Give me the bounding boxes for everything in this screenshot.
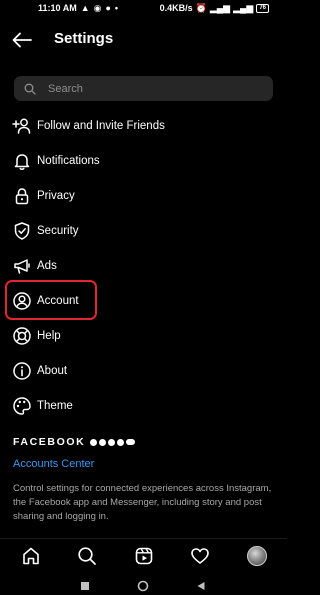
accounts-center-link[interactable]: Accounts Center [13,458,94,470]
menu-item-ads[interactable]: Ads [0,249,287,283]
notification-icon: ◉ [93,2,102,13]
network-speed: 0.4KB/s [159,3,193,13]
home-system-button[interactable] [136,580,150,592]
meta-app-icons [90,438,136,446]
info-icon [12,361,32,381]
bell-icon [12,151,32,171]
signal-icon-2: ▂▄▆ [233,2,254,13]
menu-item-notifications[interactable]: Notifications [0,144,287,178]
instagram-icon [108,438,116,446]
menu-item-security[interactable]: Security [0,214,287,248]
lifebuoy-icon [12,326,32,346]
alarm-icon: ⏰ [195,2,207,13]
menu-item-label: Security [37,225,79,237]
status-bar: 11:10 AM ▲ ◉ ● • 0.4KB/s ⏰ ▂▄▆ ▂▄▆ 76 [0,0,287,16]
nav-profile-button[interactable] [245,544,269,568]
menu-item-theme[interactable]: Theme [0,389,287,423]
nav-home-button[interactable] [19,544,43,568]
account-highlight-box [5,280,97,320]
battery-icon: 76 [256,3,269,13]
nav-activity-button[interactable] [188,544,212,568]
messenger-icon [99,438,107,446]
menu-item-help[interactable]: Help [0,319,287,353]
search-input[interactable]: Search [14,76,273,101]
shield-check-icon [12,221,32,241]
oculus-icon [126,439,136,445]
menu-item-follow-invite[interactable]: Follow and Invite Friends [0,109,287,143]
warning-icon: ▲ [80,2,90,13]
status-time: 11:10 AM [38,3,77,13]
square-icon [81,582,89,590]
heart-icon [191,548,209,564]
notification-icon-2: ● [105,2,111,13]
palette-icon [12,396,32,416]
lock-icon [12,186,32,206]
nav-reels-button[interactable] [132,544,156,568]
whatsapp-icon [117,438,125,446]
search-icon [24,83,36,95]
menu-item-label: Theme [37,400,73,412]
circle-icon [137,580,149,592]
profile-avatar [247,546,267,566]
home-icon [23,547,39,565]
back-system-button[interactable] [194,580,208,592]
megaphone-icon [12,256,32,276]
page-title: Settings [54,30,114,47]
arrow-left-icon [12,32,32,48]
menu-item-label: Follow and Invite Friends [37,120,165,132]
add-person-icon [12,116,32,136]
header: Settings [0,22,287,58]
nav-search-button[interactable] [75,544,99,568]
system-nav-bar [0,576,287,595]
accounts-center-description: Control settings for connected experienc… [13,483,272,522]
signal-icon: ▂▄▆ [209,2,231,13]
menu-item-about[interactable]: About [0,354,287,388]
menu-item-label: About [37,365,68,377]
menu-item-label: Ads [37,260,57,272]
reels-icon [135,547,153,565]
more-dot-icon: • [114,2,119,13]
bottom-nav [0,538,287,573]
recents-button[interactable] [78,580,92,592]
menu-item-label: Help [37,330,61,342]
search-icon [78,547,96,565]
back-button[interactable] [10,28,34,52]
menu-item-label: Privacy [37,190,75,202]
menu-item-privacy[interactable]: Privacy [0,179,287,213]
menu-item-label: Notifications [37,155,100,167]
triangle-back-icon [197,582,205,590]
facebook-icon [90,438,98,446]
facebook-label: FACEBOOK [13,436,86,448]
search-placeholder: Search [48,82,83,95]
facebook-heading: FACEBOOK [13,436,136,448]
